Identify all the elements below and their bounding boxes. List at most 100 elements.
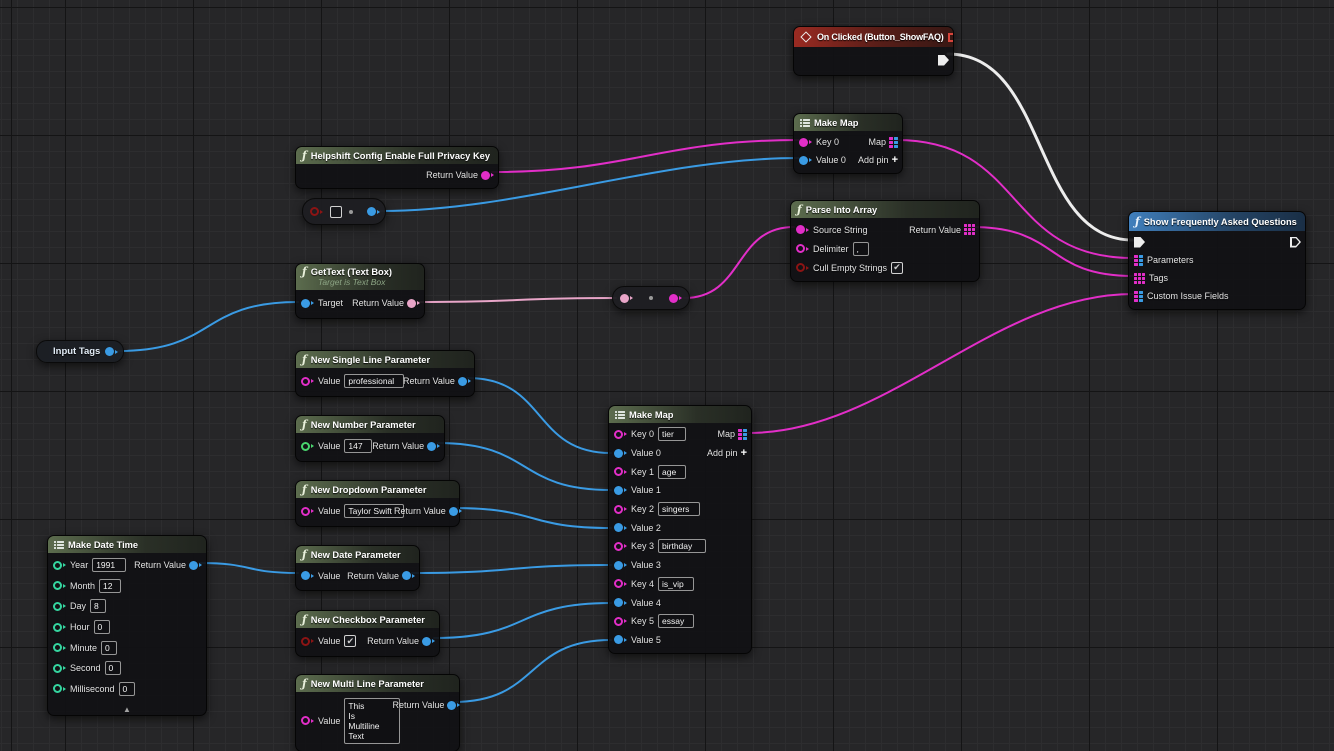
string-pin[interactable]	[614, 430, 627, 439]
value-field[interactable]: singers	[658, 502, 700, 516]
value-field[interactable]: 0	[105, 661, 121, 675]
exec-pin[interactable]	[938, 55, 949, 66]
new-checkbox-node[interactable]: ƒNew Checkbox ParameterValue✔Return Valu…	[295, 610, 440, 657]
value-field[interactable]: 8	[90, 599, 106, 613]
value-field[interactable]: 12	[99, 579, 121, 593]
object-pin[interactable]	[301, 571, 314, 580]
value-checkbox[interactable]: ✔	[891, 262, 903, 274]
new-single-line-node[interactable]: ƒNew Single Line ParameterValueprofessio…	[295, 350, 475, 397]
object-pin[interactable]	[614, 523, 627, 532]
collapse-arrow-icon[interactable]: ▲	[48, 703, 206, 715]
new-number-node[interactable]: ƒNew Number ParameterValue147Return Valu…	[295, 415, 445, 462]
string-pin[interactable]	[301, 507, 314, 516]
new-date-node[interactable]: ƒNew Date ParameterValueReturn Value	[295, 545, 420, 591]
object-pin[interactable]	[799, 156, 812, 165]
input-tags-node[interactable]: Input Tags	[36, 340, 124, 363]
to-string-node[interactable]	[612, 286, 690, 310]
string-pin[interactable]	[796, 225, 809, 234]
object-pin[interactable]	[614, 449, 627, 458]
array-pin-icon[interactable]	[1134, 273, 1145, 284]
object-pin[interactable]	[189, 561, 202, 570]
object-pin[interactable]	[449, 507, 462, 516]
value-field[interactable]: is_vip	[658, 577, 694, 591]
bool-pin[interactable]	[301, 637, 314, 646]
float-pin[interactable]	[301, 442, 314, 451]
object-pin[interactable]	[614, 561, 627, 570]
int-pin[interactable]	[53, 602, 66, 611]
string-pin[interactable]	[481, 171, 494, 180]
dot-icon	[649, 296, 653, 300]
int-pin[interactable]	[53, 623, 66, 632]
value-field[interactable]: tier	[658, 427, 686, 441]
object-pin[interactable]	[367, 207, 380, 216]
string-pin[interactable]	[796, 244, 809, 253]
value-field[interactable]: 0	[94, 620, 110, 634]
text-pin[interactable]	[620, 294, 633, 303]
string-pin[interactable]	[614, 467, 627, 476]
string-pin[interactable]	[614, 542, 627, 551]
map-pin-icon[interactable]	[1134, 291, 1143, 302]
helpshift-config-node[interactable]: ƒHelpshift Config Enable Full Privacy Ke…	[295, 146, 499, 189]
string-pin[interactable]	[614, 617, 627, 626]
make-map-mid-node[interactable]: Make MapKey 0tierMapValue 0Add pin+Key 1…	[608, 405, 752, 654]
value-checkbox[interactable]: ✔	[344, 635, 356, 647]
string-pin[interactable]	[669, 294, 682, 303]
value-field[interactable]: 1991	[92, 558, 126, 572]
node-header: ƒHelpshift Config Enable Full Privacy Ke…	[296, 147, 498, 164]
pin-label: Value 3	[631, 560, 661, 570]
value-field[interactable]: birthday	[658, 539, 706, 553]
object-pin[interactable]	[422, 637, 435, 646]
value-field[interactable]: 0	[101, 641, 117, 655]
text-pin[interactable]	[407, 299, 420, 308]
object-pin[interactable]	[427, 442, 440, 451]
object-pin[interactable]	[614, 486, 627, 495]
add-pin-icon[interactable]: +	[741, 448, 747, 459]
node-row: ValueReturn Value	[296, 565, 419, 586]
on-clicked-node[interactable]: On Clicked (Button_ShowFAQ)	[793, 26, 954, 76]
string-pin[interactable]	[614, 505, 627, 514]
value-field[interactable]: ,	[853, 242, 869, 256]
new-multiline-node[interactable]: ƒNew Multi Line ParameterValueThis Is Mu…	[295, 674, 460, 751]
bool-literal-node[interactable]	[302, 198, 386, 225]
exec-pin[interactable]	[1290, 237, 1301, 248]
int-pin[interactable]	[53, 664, 66, 673]
parse-into-array-node[interactable]: ƒParse Into ArraySource StringReturn Val…	[790, 200, 980, 282]
exec-pin[interactable]	[1134, 237, 1145, 248]
gettext-node[interactable]: ƒGetText (Text Box)Target is Text BoxTar…	[295, 263, 425, 319]
delegate-pin[interactable]	[948, 33, 953, 42]
value-checkbox[interactable]	[330, 206, 342, 218]
object-pin[interactable]	[402, 571, 415, 580]
int-pin[interactable]	[53, 561, 66, 570]
map-pin-icon[interactable]	[738, 429, 747, 440]
bool-pin[interactable]	[310, 207, 323, 216]
object-pin[interactable]	[614, 598, 627, 607]
bool-pin[interactable]	[796, 263, 809, 272]
int-pin[interactable]	[53, 643, 66, 652]
make-map-top-node[interactable]: Make MapKey 0MapValue 0Add pin+	[793, 113, 903, 174]
object-pin[interactable]	[458, 377, 471, 386]
value-field[interactable]: age	[658, 465, 686, 479]
variable-output-pin[interactable]	[105, 347, 118, 356]
int-pin[interactable]	[53, 684, 66, 693]
string-pin[interactable]	[799, 138, 812, 147]
map-pin-icon[interactable]	[889, 137, 898, 148]
show-faq-node[interactable]: ƒShow Frequently Asked QuestionsParamete…	[1128, 211, 1306, 310]
blueprint-graph-canvas[interactable]: On Clicked (Button_ShowFAQ) Make MapKey 0…	[0, 0, 1334, 751]
object-pin[interactable]	[614, 635, 627, 644]
make-date-time-node[interactable]: Make Date TimeYear1991Return ValueMonth1…	[47, 535, 207, 716]
value-field[interactable]: essay	[658, 614, 694, 628]
string-pin[interactable]	[301, 716, 314, 725]
map-pin-icon[interactable]	[1134, 255, 1143, 266]
object-pin[interactable]	[447, 701, 460, 710]
value-field[interactable]: 0	[119, 682, 135, 696]
node-row: Hour0	[48, 617, 206, 638]
value-field[interactable]: 147	[344, 439, 372, 453]
add-pin-icon[interactable]: +	[892, 155, 898, 166]
object-pin[interactable]	[301, 299, 314, 308]
new-dropdown-node[interactable]: ƒNew Dropdown ParameterValueTaylor Swift…	[295, 480, 460, 527]
array-pin-icon[interactable]	[964, 224, 975, 235]
string-pin[interactable]	[301, 377, 314, 386]
int-pin[interactable]	[53, 581, 66, 590]
string-pin[interactable]	[614, 579, 627, 588]
value-field[interactable]: professional	[344, 374, 404, 388]
